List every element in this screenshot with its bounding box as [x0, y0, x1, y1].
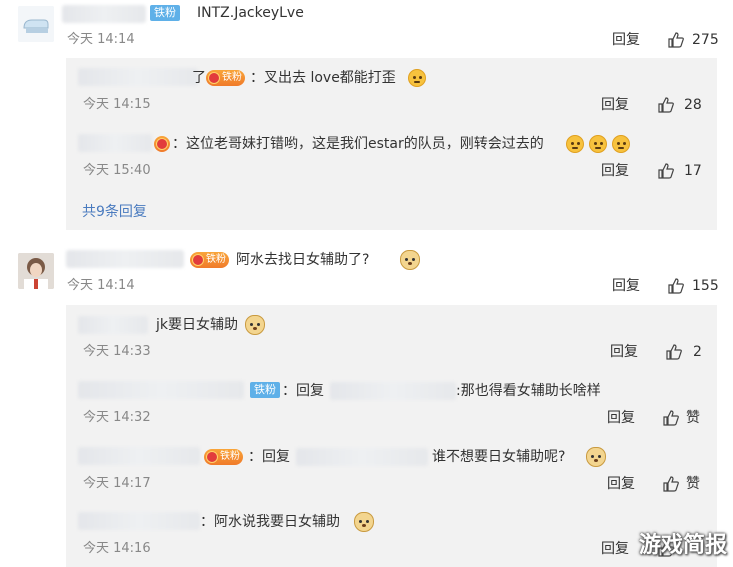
- like-label[interactable]: 赞: [686, 409, 700, 427]
- reply-button[interactable]: 回复: [607, 475, 635, 493]
- dog-emoji-icon: [354, 512, 374, 532]
- reply-button[interactable]: 回复: [610, 343, 638, 361]
- comment-time: 今天 14:14: [67, 278, 135, 293]
- username-redacted[interactable]: [296, 448, 428, 466]
- dog-emoji-icon: [586, 447, 606, 467]
- fan-badge-icon: 铁粉: [204, 449, 243, 465]
- like-count: 155: [692, 278, 719, 294]
- fan-badge-icon: [154, 136, 170, 152]
- avatar[interactable]: [18, 253, 54, 289]
- username-redacted[interactable]: [78, 316, 148, 334]
- iron-fan-badge: 铁粉: [250, 382, 280, 398]
- comment-time: 今天 14:14: [67, 32, 135, 47]
- reply-text-pre: ：回复: [248, 449, 290, 465]
- username-redacted[interactable]: [62, 5, 146, 23]
- reply-time: 今天 14:15: [83, 97, 151, 112]
- username-redacted[interactable]: [66, 250, 184, 268]
- more-replies-link[interactable]: 共9条回复: [82, 202, 147, 222]
- reply-button[interactable]: 回复: [601, 162, 629, 180]
- dog-emoji-icon: [400, 250, 420, 270]
- like-count: 2: [693, 344, 702, 360]
- reply-text: ：这位老哥妹打错哟，这是我们estar的队员，刚转会过去的: [172, 136, 544, 152]
- reply-text: ：叉出去 love都能打歪: [250, 70, 396, 86]
- thumb-up-icon[interactable]: [662, 475, 680, 493]
- reply-button[interactable]: 回复: [607, 409, 635, 427]
- thumb-up-icon[interactable]: [665, 343, 683, 361]
- dog-emoji-icon: [245, 315, 265, 335]
- emoji-icon: [612, 135, 630, 153]
- username-redacted[interactable]: [78, 134, 152, 152]
- username-redacted[interactable]: [78, 381, 244, 399]
- reply-text-post: :那也得看女辅助长啥样: [456, 383, 601, 399]
- username-redacted[interactable]: [78, 512, 200, 530]
- iron-fan-badge: 铁粉: [150, 5, 180, 21]
- reply-text-post: 谁不想要日女辅助呢?: [432, 449, 566, 465]
- avatar[interactable]: [18, 6, 54, 42]
- fan-badge-icon: 铁粉: [206, 70, 245, 86]
- reply-text: jk要日女辅助: [156, 317, 238, 333]
- thumb-up-icon[interactable]: [662, 409, 680, 427]
- emoji-icon: [589, 135, 607, 153]
- reply-time: 今天 14:32: [83, 410, 151, 425]
- reply-text-pre: ：回复: [282, 383, 324, 399]
- reply-button[interactable]: 回复: [601, 540, 629, 558]
- emoji-icon: [408, 69, 426, 87]
- reply-button[interactable]: 回复: [601, 96, 629, 114]
- reply-button[interactable]: 回复: [612, 31, 640, 49]
- thumb-up-icon[interactable]: [667, 31, 685, 49]
- like-count: 275: [692, 32, 719, 48]
- like-label[interactable]: 赞: [686, 475, 700, 493]
- reply-button[interactable]: 回复: [612, 277, 640, 295]
- emoji-icon: [566, 135, 584, 153]
- watermark: 游戏简报: [638, 533, 727, 558]
- reply-time: 今天 15:40: [83, 163, 151, 178]
- like-count: 17: [684, 163, 702, 179]
- thumb-up-icon[interactable]: [657, 96, 675, 114]
- like-count: 28: [684, 97, 702, 113]
- comment-text: INTZ.JackeyLve: [197, 5, 304, 21]
- reply-prefix: 了: [192, 70, 206, 86]
- reply-text: ：阿水说我要日女辅助: [200, 514, 340, 530]
- comment-text: 阿水去找日女辅助了?: [236, 252, 370, 268]
- reply-time: 今天 14:16: [83, 541, 151, 556]
- username-redacted[interactable]: [330, 382, 456, 400]
- username-redacted[interactable]: [78, 447, 200, 465]
- fan-badge-icon: 铁粉: [190, 252, 229, 268]
- username-redacted[interactable]: [78, 68, 198, 86]
- thumb-up-icon[interactable]: [667, 277, 685, 295]
- thumb-up-icon[interactable]: [657, 162, 675, 180]
- reply-time: 今天 14:33: [83, 344, 151, 359]
- reply-time: 今天 14:17: [83, 476, 151, 491]
